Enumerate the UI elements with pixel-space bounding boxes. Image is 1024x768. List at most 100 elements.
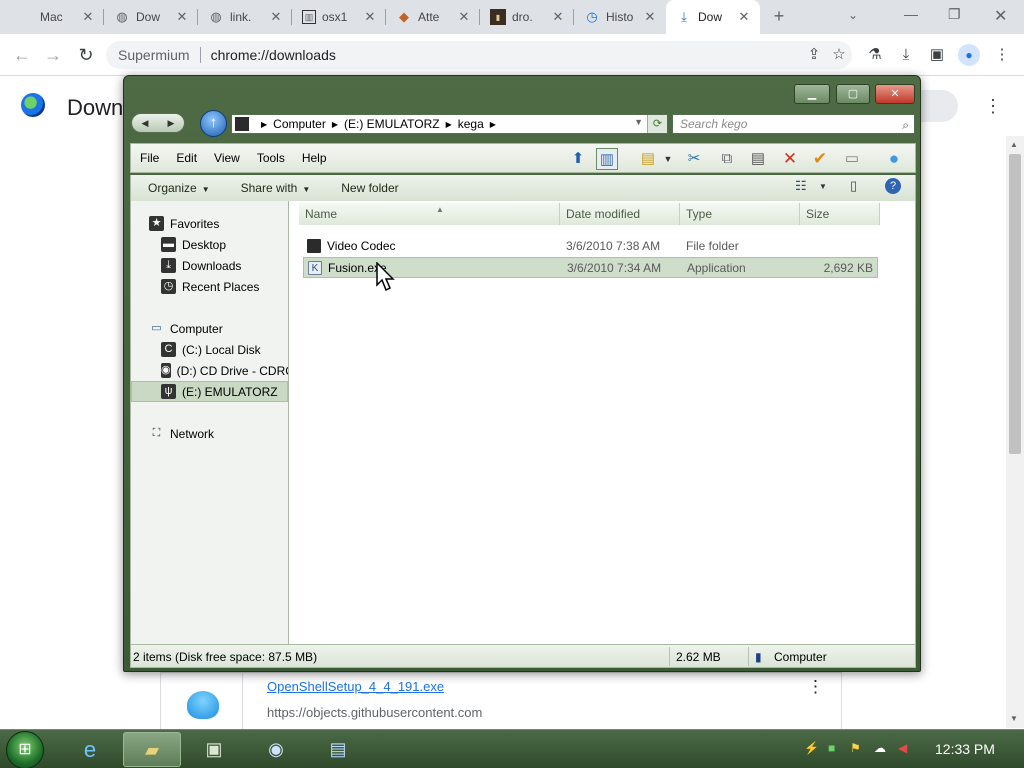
more-actions-icon[interactable]: ⋮ — [807, 677, 824, 697]
refresh-icon[interactable]: ⟳ — [647, 115, 667, 133]
nav-drive-d[interactable]: ◉ (D:) CD Drive - CDRC — [161, 360, 288, 381]
window-app-icon[interactable]: ▣ — [185, 732, 243, 767]
menu-dots-icon[interactable]: ⋮ — [992, 45, 1012, 65]
search-icon[interactable]: ⌕ — [902, 116, 909, 134]
nav-drive-e[interactable]: ψ (E:) EMULATORZ — [131, 381, 288, 402]
cut-icon[interactable]: ✂ — [683, 148, 705, 170]
bookmark-star-icon[interactable]: ☆ — [829, 45, 849, 65]
delete-icon[interactable]: ✕ — [779, 148, 801, 170]
chevron-right-icon[interactable]: ▶ — [446, 120, 452, 129]
green-square-tray-icon[interactable]: ■ — [828, 741, 835, 755]
breadcrumb-computer[interactable]: Computer — [273, 117, 326, 131]
search-input[interactable]: Search kego ⌕ — [672, 114, 915, 134]
nav-network[interactable]: ⛶ Network — [149, 423, 214, 444]
nav-recent-places[interactable]: ◷ Recent Places — [161, 276, 259, 297]
tab-2[interactable]: ◍ link. ✕ — [198, 0, 292, 34]
download-file-link[interactable]: OpenShellSetup_4_4_191.exe — [267, 679, 444, 694]
view-options-icon[interactable]: ☷ — [795, 178, 807, 194]
address-breadcrumb[interactable]: ▶ Computer ▶ (E:) EMULATORZ ▶ kega ▶ ▼ ⟳ — [231, 114, 668, 134]
side-panel-icon[interactable]: ▣ — [927, 45, 947, 65]
chevron-right-icon[interactable]: ▶ — [261, 120, 267, 129]
menu-tools[interactable]: Tools — [248, 151, 293, 165]
downloads-menu-icon[interactable]: ⋮ — [984, 96, 1002, 117]
chevron-right-icon[interactable]: ▶ — [332, 120, 338, 129]
share-with-button[interactable]: Share with ▼ — [224, 181, 325, 195]
page-scrollbar[interactable]: ▲ ▼ — [1006, 136, 1024, 728]
address-bar[interactable]: Supermium chrome://downloads — [106, 41, 852, 69]
column-header-type[interactable]: Type — [680, 203, 800, 225]
preview-pane-icon[interactable]: ▯ — [850, 178, 857, 194]
column-header-date[interactable]: Date modified — [560, 203, 680, 225]
tab-4[interactable]: ◆ Atte ✕ — [386, 0, 480, 34]
chevron-down-icon[interactable]: ▼ — [819, 182, 827, 191]
internet-explorer-icon[interactable]: e — [61, 732, 119, 767]
share-icon[interactable]: ⇪ — [804, 45, 824, 65]
address-dropdown-icon[interactable]: ▼ — [634, 117, 643, 127]
forward-icon[interactable]: → — [41, 43, 65, 67]
supermium-icon[interactable]: ◉ — [247, 732, 305, 767]
new-tab-button[interactable]: + — [768, 5, 790, 27]
close-icon[interactable]: ✕ — [80, 9, 96, 25]
close-icon[interactable]: ✕ — [550, 9, 566, 25]
column-header-size[interactable]: Size — [800, 203, 880, 225]
forward-arrow-icon[interactable]: ▶ — [168, 118, 175, 129]
folder-options-icon[interactable]: ▤ — [637, 148, 659, 170]
close-icon[interactable]: ✕ — [362, 9, 378, 25]
new-folder-button[interactable]: New folder — [324, 181, 412, 195]
tab-0[interactable]: Mac ✕ — [8, 0, 104, 34]
close-icon[interactable]: ✕ — [268, 9, 284, 25]
volume-tray-icon[interactable]: ◀ — [898, 741, 907, 755]
close-button[interactable]: ✕ — [875, 84, 915, 104]
explorer-taskbar-button[interactable]: ▰ — [123, 732, 181, 767]
close-icon[interactable]: ✕ — [736, 9, 752, 25]
menu-view[interactable]: View — [205, 151, 248, 165]
flag-tray-icon[interactable]: ⚑ — [850, 741, 861, 755]
checkmark-icon[interactable]: ✔ — [809, 148, 831, 170]
cloud-tray-icon[interactable]: ☁ — [874, 741, 886, 755]
tab-3[interactable]: ▥ osx1 ✕ — [292, 0, 386, 34]
nav-downloads[interactable]: ⤓ Downloads — [161, 255, 241, 276]
chevron-right-icon[interactable]: ▶ — [490, 120, 496, 129]
column-header-name[interactable]: ▲ Name — [299, 203, 560, 225]
menu-edit[interactable]: Edit — [167, 151, 205, 165]
close-icon[interactable]: ✕ — [174, 9, 190, 25]
close-icon[interactable]: ✕ — [456, 9, 472, 25]
window-switch-icon[interactable]: ▤ — [309, 732, 367, 767]
restore-icon[interactable]: ❐ — [948, 6, 961, 23]
scroll-up-icon[interactable]: ▲ — [1010, 140, 1018, 149]
menu-help[interactable]: Help — [293, 151, 335, 165]
copy-icon[interactable]: ⧉ — [716, 148, 738, 170]
minimize-button[interactable]: ▁ — [794, 84, 830, 104]
close-icon[interactable]: ✕ — [642, 9, 658, 25]
reload-icon[interactable]: ↻ — [74, 43, 98, 67]
back-arrow-icon[interactable]: ◀ — [142, 118, 149, 129]
scrollbar-thumb[interactable] — [1009, 154, 1021, 454]
paste-icon[interactable]: ▤ — [747, 148, 769, 170]
properties-icon[interactable]: ▭ — [841, 148, 863, 170]
nav-desktop[interactable]: ▬ Desktop — [161, 234, 226, 255]
up-level-button[interactable]: ↑ — [200, 110, 227, 137]
close-window-icon[interactable]: ✕ — [994, 6, 1007, 26]
nav-computer[interactable]: ▭ Computer — [149, 318, 222, 339]
scroll-down-icon[interactable]: ▼ — [1010, 714, 1018, 723]
up-arrow-icon[interactable]: ⬆ — [567, 148, 589, 170]
download-icon[interactable]: ⤓ — [896, 45, 916, 65]
tab-6[interactable]: ◷ Histo ✕ — [574, 0, 666, 34]
back-icon[interactable]: ← — [10, 43, 34, 67]
help-icon[interactable]: ? — [885, 178, 901, 194]
nav-drive-c[interactable]: C (C:) Local Disk — [161, 339, 287, 360]
back-forward-buttons[interactable]: ◀ ▶ — [131, 113, 185, 133]
dropdown-caret-icon[interactable]: ▼ — [657, 148, 679, 170]
chevron-down-icon[interactable]: ⌄ — [848, 8, 858, 22]
minimize-icon[interactable]: — — [904, 6, 918, 22]
organize-button[interactable]: Organize ▼ — [131, 181, 224, 195]
profile-avatar[interactable]: ● — [958, 44, 980, 66]
lab-flask-icon[interactable]: ⚗ — [865, 45, 885, 65]
menu-file[interactable]: File — [131, 151, 167, 165]
file-row[interactable]: Video Codec 3/6/2010 7:38 AM File folder — [303, 236, 878, 257]
nav-favorites[interactable]: ★ Favorites — [149, 213, 219, 234]
tab-5[interactable]: ▮ dro. ✕ — [480, 0, 574, 34]
breadcrumb-drive[interactable]: (E:) EMULATORZ — [344, 117, 440, 131]
globe-icon[interactable]: ● — [883, 148, 905, 170]
tab-1[interactable]: ◍ Dow ✕ — [104, 0, 198, 34]
